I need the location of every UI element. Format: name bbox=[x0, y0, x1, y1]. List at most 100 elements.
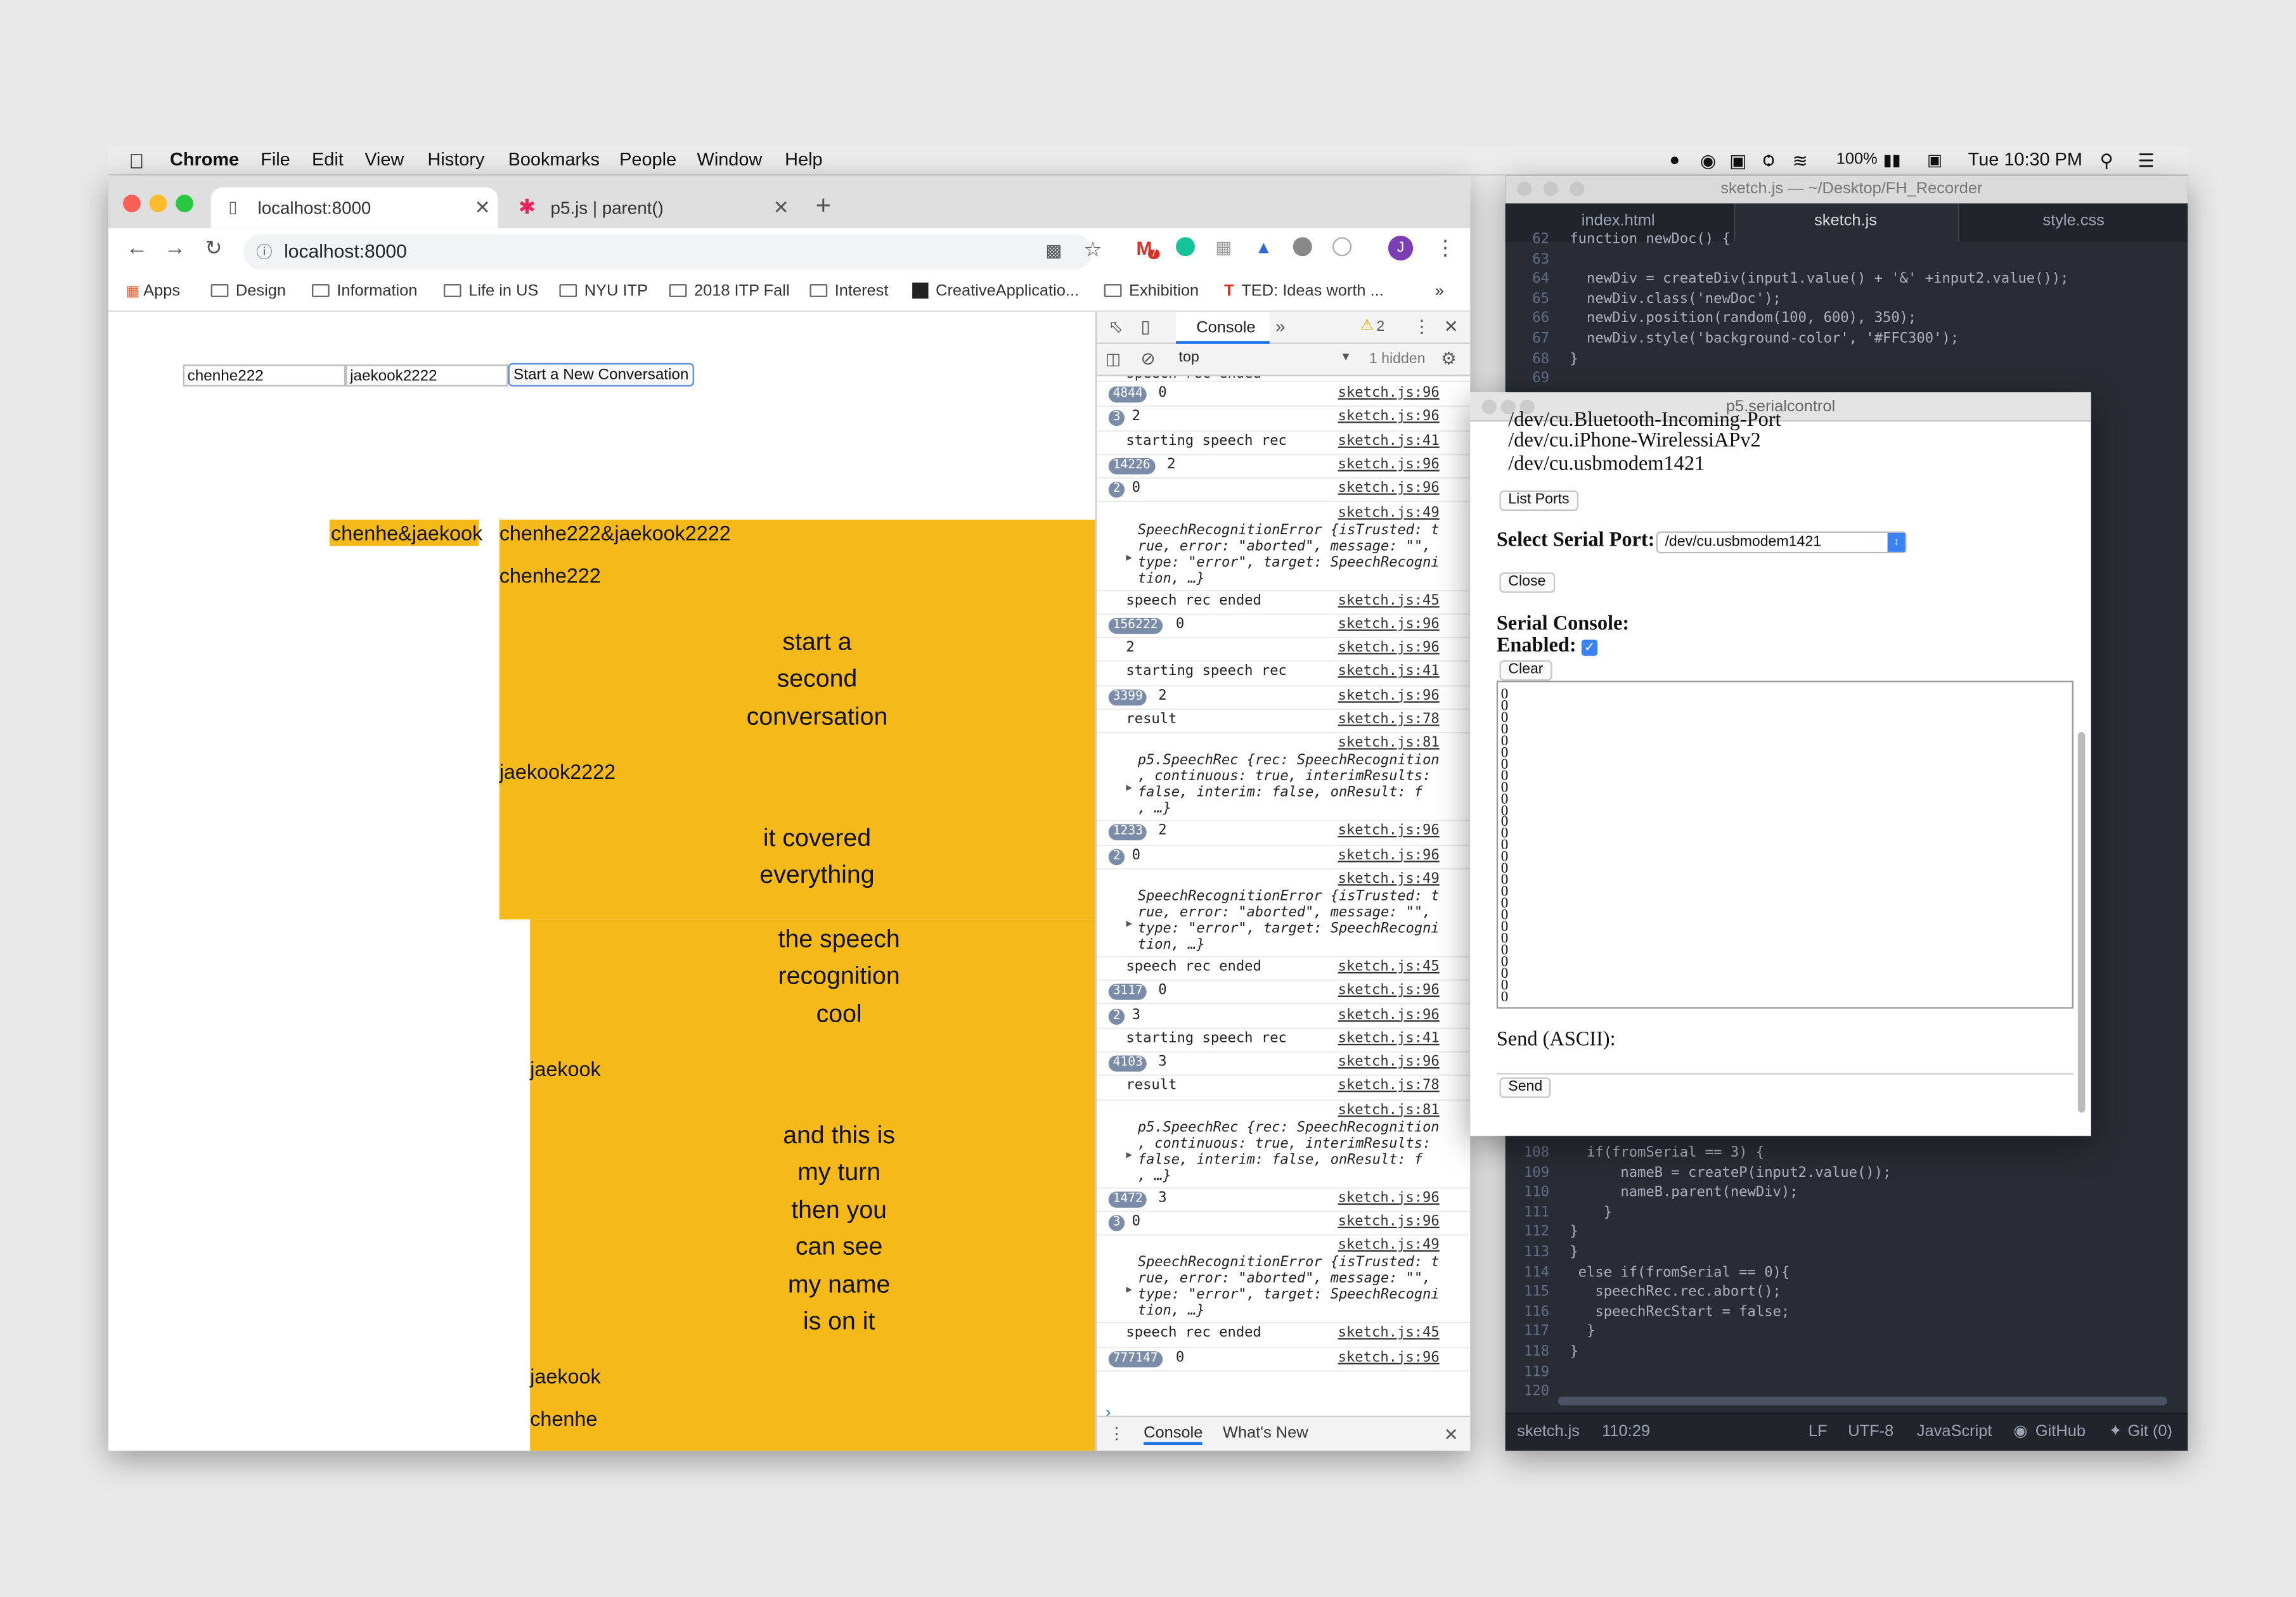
log-source-link[interactable]: sketch.js:78 bbox=[1338, 712, 1440, 728]
vertical-scrollbar[interactable] bbox=[2077, 732, 2086, 1113]
bluetooth-icon[interactable]: ѻ bbox=[1763, 150, 1774, 170]
sidebar-toggle-icon[interactable]: ◫ bbox=[1106, 350, 1121, 369]
extension-cap-icon[interactable]: ▲ bbox=[1255, 237, 1272, 257]
editor-tab-style[interactable]: style.css bbox=[2042, 212, 2104, 230]
menu-window[interactable]: Window bbox=[697, 150, 763, 170]
clear-console-icon[interactable]: ⊘ bbox=[1140, 349, 1155, 369]
code-line[interactable]: 69 bbox=[1506, 369, 2188, 389]
flag-us-icon[interactable]: ▣ bbox=[1927, 151, 1942, 170]
bookmark-apps[interactable]: ▦ Apps bbox=[126, 283, 180, 300]
spotlight-search-icon[interactable]: ⚲ bbox=[2100, 150, 2113, 171]
expand-triangle-icon[interactable]: ▶ bbox=[1126, 1285, 1132, 1296]
extension-circle-icon[interactable] bbox=[1293, 237, 1312, 257]
close-tab-icon[interactable]: ✕ bbox=[474, 196, 490, 220]
context-select[interactable]: top ▼ bbox=[1179, 350, 1355, 366]
tab-p5-parent[interactable]: ✱ p5.js | parent() ✕ bbox=[504, 188, 797, 229]
code-line[interactable]: 66 newDiv.position(random(100, 600), 350… bbox=[1506, 309, 2188, 329]
code-line[interactable]: 113} bbox=[1506, 1243, 2188, 1262]
bookmark-star-icon[interactable]: ☆ bbox=[1083, 237, 1102, 262]
code-line[interactable]: 68} bbox=[1506, 349, 2188, 369]
enabled-checkbox[interactable]: ✓ bbox=[1581, 639, 1598, 656]
bookmarks-overflow-icon[interactable]: » bbox=[1435, 283, 1444, 300]
info-icon[interactable]: ⓘ bbox=[256, 240, 272, 264]
log-source-link[interactable]: sketch.js:81 bbox=[1338, 1102, 1440, 1118]
log-source-link[interactable]: sketch.js:96 bbox=[1338, 823, 1440, 839]
log-source-link[interactable]: sketch.js:96 bbox=[1338, 1214, 1440, 1229]
log-object[interactable]: p5.SpeechRec {rec: SpeechRecognition , c… bbox=[1138, 753, 1440, 818]
address-bar[interactable]: ⓘ localhost:8000 ▩ bbox=[243, 234, 1093, 270]
expand-triangle-icon[interactable]: ▶ bbox=[1126, 782, 1132, 793]
inspect-element-icon[interactable]: ⬁ bbox=[1109, 316, 1123, 337]
log-source-link[interactable]: sketch.js:49 bbox=[1338, 504, 1440, 520]
code-line[interactable]: 109 nameB = createP(input2.value()); bbox=[1506, 1164, 2188, 1183]
log-source-link[interactable]: sketch.js:41 bbox=[1338, 664, 1440, 679]
status-git[interactable]: Git (0) bbox=[2127, 1423, 2172, 1440]
forward-arrow-icon[interactable]: → bbox=[164, 236, 186, 260]
log-object[interactable]: SpeechRecognitionError {isTrusted: t rue… bbox=[1138, 1255, 1440, 1319]
warning-icon[interactable]: ⚠ bbox=[1360, 317, 1374, 333]
name-input-1[interactable]: chenhe222 bbox=[183, 364, 346, 387]
bookmark-life-in-us[interactable]: Life in US bbox=[443, 283, 538, 300]
close-window-button[interactable] bbox=[1481, 399, 1497, 414]
log-source-link[interactable]: sketch.js:96 bbox=[1338, 640, 1440, 656]
settings-gear-icon[interactable]: ⚙ bbox=[1441, 349, 1457, 369]
horizontal-scrollbar[interactable] bbox=[1558, 1396, 2167, 1406]
minimize-window-button[interactable] bbox=[149, 195, 167, 212]
clear-button[interactable]: Clear bbox=[1499, 660, 1552, 681]
log-source-link[interactable]: sketch.js:96 bbox=[1338, 688, 1440, 703]
log-source-link[interactable]: sketch.js:41 bbox=[1338, 433, 1440, 449]
notification-list-icon[interactable]: ☰ bbox=[2138, 150, 2155, 171]
drawer-tab-whats-new[interactable]: What's New bbox=[1223, 1425, 1308, 1442]
status-encoding[interactable]: UTF-8 bbox=[1848, 1423, 1893, 1440]
menu-history[interactable]: History bbox=[428, 150, 485, 170]
code-line[interactable]: 118} bbox=[1506, 1342, 2188, 1362]
bookmark-nyu-itp[interactable]: NYU ITP bbox=[559, 283, 648, 300]
log-source-link[interactable]: sketch.js:96 bbox=[1338, 1190, 1440, 1205]
menu-app-name[interactable]: Chrome bbox=[170, 150, 239, 170]
menu-bookmarks[interactable]: Bookmarks bbox=[508, 150, 600, 170]
code-line[interactable]: 112} bbox=[1506, 1223, 2188, 1243]
log-source-link[interactable]: sketch.js:96 bbox=[1338, 1054, 1440, 1070]
code-line[interactable]: 63 bbox=[1506, 250, 2188, 269]
bookmark-ted[interactable]: T TED: Ideas worth ... bbox=[1224, 283, 1384, 300]
menu-file[interactable]: File bbox=[261, 150, 290, 170]
menu-view[interactable]: View bbox=[364, 150, 404, 170]
drawer-menu-icon[interactable]: ⋮ bbox=[1109, 1425, 1125, 1444]
status-grammar[interactable]: JavaScript bbox=[1917, 1423, 1992, 1440]
log-object[interactable]: p5.SpeechRec {rec: SpeechRecognition , c… bbox=[1138, 1119, 1440, 1184]
expand-triangle-icon[interactable]: ▶ bbox=[1126, 551, 1132, 563]
log-source-link[interactable]: sketch.js:96 bbox=[1338, 616, 1440, 632]
close-drawer-icon[interactable]: ✕ bbox=[1444, 1425, 1459, 1445]
close-tab-icon[interactable]: ✕ bbox=[773, 196, 789, 220]
more-tabs-icon[interactable]: » bbox=[1275, 316, 1285, 337]
editor-tab-index[interactable]: index.html bbox=[1582, 212, 1655, 230]
log-source-link[interactable]: sketch.js:78 bbox=[1338, 1078, 1440, 1094]
close-window-button[interactable] bbox=[1517, 181, 1532, 196]
list-ports-button[interactable]: List Ports bbox=[1499, 490, 1578, 511]
extension-icon[interactable]: ▦ bbox=[1215, 237, 1232, 257]
wifi-icon[interactable]: ≋ bbox=[1792, 150, 1807, 171]
log-source-link[interactable]: sketch.js:45 bbox=[1338, 592, 1440, 608]
more-vert-icon[interactable]: ⋮ bbox=[1435, 236, 1455, 260]
bookmark-exhibition[interactable]: Exhibition bbox=[1104, 283, 1199, 300]
log-source-link[interactable]: sketch.js:45 bbox=[1338, 1325, 1440, 1341]
log-source-link[interactable]: sketch.js:96 bbox=[1338, 385, 1440, 401]
minimize-window-button[interactable] bbox=[1543, 181, 1558, 196]
extension-disabled-icon[interactable] bbox=[1332, 237, 1352, 257]
menu-edit[interactable]: Edit bbox=[312, 150, 344, 170]
expand-triangle-icon[interactable]: ▶ bbox=[1126, 918, 1132, 929]
drawer-tab-console[interactable]: Console bbox=[1144, 1425, 1203, 1445]
code-line[interactable]: 116 speechRecStart = false; bbox=[1506, 1302, 2188, 1322]
log-source-link[interactable]: sketch.js:96 bbox=[1338, 982, 1440, 998]
expand-triangle-icon[interactable]: ▶ bbox=[1126, 1149, 1132, 1160]
code-line[interactable]: 65 newDiv.class('newDoc'); bbox=[1506, 290, 2188, 309]
menu-help[interactable]: Help bbox=[785, 150, 822, 170]
code-line[interactable]: 108 if(fromSerial == 3) { bbox=[1506, 1143, 2188, 1163]
code-line[interactable]: 117 } bbox=[1506, 1323, 2188, 1342]
tab-localhost[interactable]: ▯ localhost:8000 ✕ bbox=[210, 187, 498, 229]
status-file[interactable]: sketch.js bbox=[1517, 1423, 1580, 1440]
close-devtools-icon[interactable]: ✕ bbox=[1444, 316, 1459, 337]
close-window-button[interactable] bbox=[123, 195, 141, 212]
grammarly-icon[interactable] bbox=[1175, 237, 1195, 257]
status-github[interactable]: GitHub bbox=[2035, 1423, 2086, 1440]
